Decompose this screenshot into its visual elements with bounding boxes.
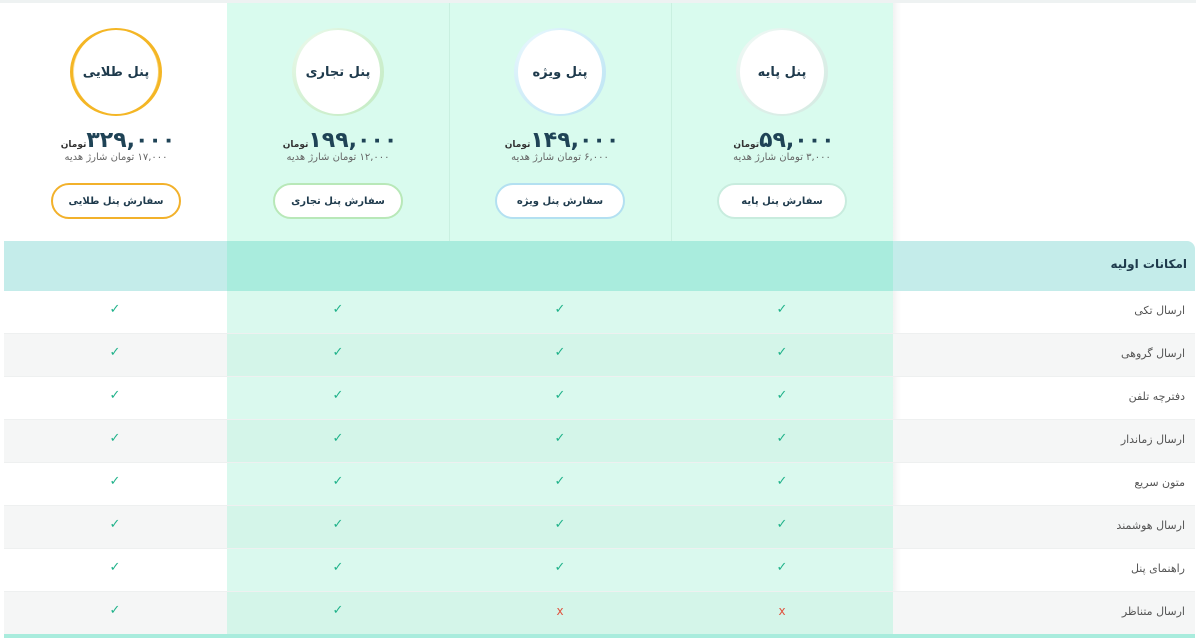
check-icon: ✓ [332, 302, 344, 317]
check-icon: ✓ [109, 603, 121, 618]
plan-gift-credit: ۶,۰۰۰ تومان شارژ هدیه [511, 152, 609, 163]
cross-icon: x [778, 604, 786, 618]
check-icon: ✓ [109, 345, 121, 360]
check-icon: ✓ [109, 388, 121, 403]
plan-title: پنل ویژه [532, 64, 588, 80]
check-icon: ✓ [776, 345, 788, 360]
plan-gift-credit: ۳,۰۰۰ تومان شارژ هدیه [733, 152, 831, 163]
order-base-plan-button[interactable]: سفارش پنل پایه [717, 183, 847, 219]
check-icon: ✓ [109, 302, 121, 317]
order-gold-plan-button[interactable]: سفارش پنل طلایی [51, 183, 181, 219]
table-row: ✓ ✓ ✓ ✓ ارسال زماندار [4, 420, 1195, 463]
check-icon: ✓ [776, 388, 788, 403]
features-header: امکانات اولیه [4, 241, 1195, 291]
check-icon: ✓ [554, 474, 566, 489]
feature-label: ارسال هوشمند [1116, 519, 1185, 532]
plan-price-row: ۳۲۹,۰۰۰ تومان [5, 128, 227, 153]
feature-label: ارسال متناظر [1121, 605, 1185, 618]
table-bottom-bar [4, 634, 1195, 638]
table-row: ✓ ✓ ✓ ✓ ارسال گروهی [4, 334, 1195, 377]
check-icon: ✓ [776, 431, 788, 446]
table-row: ✓ ✓ ✓ ✓ ارسال هوشمند [4, 506, 1195, 549]
check-icon: ✓ [554, 517, 566, 532]
features-table: امکانات اولیه ✓ ✓ ✓ ✓ ارسال تکی ✓ ✓ ✓ ✓ … [4, 241, 1195, 635]
check-icon: ✓ [554, 388, 566, 403]
order-biz-plan-button[interactable]: سفارش پنل تجاری [273, 183, 403, 219]
check-icon: ✓ [332, 560, 344, 575]
check-icon: ✓ [776, 302, 788, 317]
check-icon: ✓ [776, 560, 788, 575]
plan-price-unit: تومان [60, 140, 87, 150]
plan-title: پنل تجاری [305, 64, 371, 80]
table-row: ✓ ✓ ✓ ✓ دفترچه تلفن [4, 377, 1195, 420]
check-icon: ✓ [109, 474, 121, 489]
plan-price-row: ۱۴۹,۰۰۰ تومان [449, 128, 671, 153]
plan-price-unit: تومان [282, 140, 309, 150]
check-icon: ✓ [332, 388, 344, 403]
table-row: ✓ ✓ ✓ ✓ متون سریع [4, 463, 1195, 506]
plan-title: پنل پایه [757, 64, 807, 80]
plan-title: پنل طلایی [82, 64, 150, 80]
check-icon: ✓ [332, 431, 344, 446]
check-icon: ✓ [554, 302, 566, 317]
check-icon: ✓ [332, 603, 344, 618]
plan-gift-credit: ۱۲,۰۰۰ تومان شارژ هدیه [286, 152, 390, 163]
plan-price-unit: تومان [504, 140, 531, 150]
table-row: ✓ ✓ ✓ ✓ راهنمای پنل [4, 549, 1195, 592]
cross-icon: x [556, 604, 564, 618]
plan-card-biz: پنل تجاری ۱۹۹,۰۰۰ تومان ۱۲,۰۰۰ تومان شار… [227, 24, 449, 238]
plan-price-unit: تومان [733, 140, 760, 150]
features-heading: امکانات اولیه [1110, 257, 1187, 271]
plan-price-row: ۱۹۹,۰۰۰ تومان [227, 128, 449, 153]
feature-label: متون سریع [1134, 476, 1185, 489]
feature-label: ارسال گروهی [1120, 347, 1185, 360]
plan-card-vip: پنل ویژه ۱۴۹,۰۰۰ تومان ۶,۰۰۰ تومان شارژ … [449, 24, 671, 238]
plan-price-row: ۵۹,۰۰۰ تومان [671, 128, 893, 153]
check-icon: ✓ [554, 560, 566, 575]
plan-badge: پنل تجاری [296, 30, 380, 114]
check-icon: ✓ [776, 474, 788, 489]
order-vip-plan-button[interactable]: سفارش پنل ویژه [495, 183, 625, 219]
check-icon: ✓ [332, 517, 344, 532]
plan-card-base: پنل پایه ۵۹,۰۰۰ تومان ۳,۰۰۰ تومان شارژ ه… [671, 24, 893, 238]
feature-label: ارسال زماندار [1120, 433, 1185, 446]
plan-card-gold: پنل طلایی ۳۲۹,۰۰۰ تومان ۱۷,۰۰۰ تومان شار… [5, 24, 227, 238]
plan-badge: پنل پایه [740, 30, 824, 114]
check-icon: ✓ [109, 431, 121, 446]
table-row: ✓ ✓ ✓ ✓ ارسال تکی [4, 291, 1195, 334]
plan-badge: پنل ویژه [518, 30, 602, 114]
plan-price: ۳۲۹,۰۰۰ [86, 128, 176, 153]
check-icon: ✓ [554, 345, 566, 360]
plan-price: ۵۹,۰۰۰ [759, 128, 835, 153]
check-icon: ✓ [332, 345, 344, 360]
plan-badge: پنل طلایی [74, 30, 158, 114]
check-icon: ✓ [109, 517, 121, 532]
check-icon: ✓ [109, 560, 121, 575]
table-row: ✓ ✓ x x ارسال متناظر [4, 592, 1195, 635]
check-icon: ✓ [554, 431, 566, 446]
plan-price: ۱۹۹,۰۰۰ [308, 128, 398, 153]
feature-label: دفترچه تلفن [1128, 390, 1185, 403]
feature-label: ارسال تکی [1134, 304, 1185, 317]
check-icon: ✓ [776, 517, 788, 532]
plan-gift-credit: ۱۷,۰۰۰ تومان شارژ هدیه [64, 152, 168, 163]
feature-label: راهنمای پنل [1130, 562, 1185, 575]
features-header-highlight [227, 241, 893, 291]
check-icon: ✓ [332, 474, 344, 489]
plan-price: ۱۴۹,۰۰۰ [530, 128, 620, 153]
